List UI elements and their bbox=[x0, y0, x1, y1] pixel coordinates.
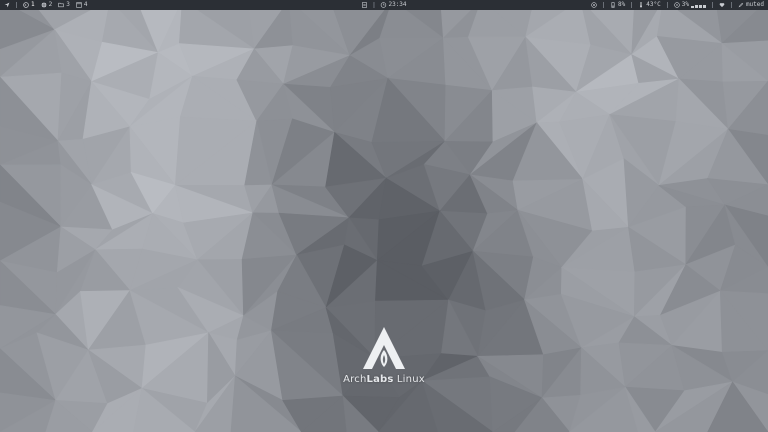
net-bar bbox=[690, 6, 694, 8]
speaker-icon bbox=[674, 2, 680, 8]
separator bbox=[631, 2, 633, 8]
panel-center: 23:34 bbox=[361, 0, 407, 10]
net-bar bbox=[694, 5, 698, 8]
pen-icon bbox=[738, 2, 744, 8]
clock[interactable]: 23:34 bbox=[380, 0, 407, 10]
separator bbox=[711, 2, 713, 8]
battery-module[interactable]: 8% bbox=[610, 0, 625, 10]
clock-icon bbox=[380, 2, 387, 8]
workspace-label: 1 bbox=[31, 1, 35, 8]
logo-brand-bold: Labs bbox=[366, 374, 394, 385]
logo-brand-suffix: Linux bbox=[393, 374, 425, 385]
file-icon[interactable] bbox=[361, 2, 367, 8]
net-bar bbox=[702, 5, 706, 8]
terminal-icon bbox=[23, 2, 29, 8]
separator bbox=[730, 2, 732, 8]
workspace-label: 3 bbox=[66, 1, 70, 8]
heart-icon bbox=[719, 2, 725, 8]
panel-left: 1 2 3 4 bbox=[4, 0, 88, 10]
workspace-label: 4 bbox=[83, 1, 88, 8]
folder-icon bbox=[58, 2, 64, 8]
top-panel: 1 2 3 4 23:34 8% 43°C 3% muted bbox=[0, 0, 768, 10]
wifi-icon bbox=[591, 2, 597, 8]
archlabs-logo bbox=[363, 327, 405, 369]
window-icon bbox=[76, 2, 82, 8]
temperature-module[interactable]: 43°C bbox=[638, 0, 661, 10]
workspace-2[interactable]: 2 bbox=[41, 0, 53, 10]
status-text: muted bbox=[745, 1, 764, 8]
separator bbox=[666, 2, 668, 8]
net-bar bbox=[698, 5, 702, 8]
arrow-icon bbox=[4, 2, 10, 8]
volume-value: 3% bbox=[681, 1, 689, 8]
workspace-label: 2 bbox=[48, 1, 53, 8]
clock-time: 23:34 bbox=[388, 1, 407, 8]
globe-icon bbox=[41, 2, 47, 8]
temperature-value: 43°C bbox=[646, 1, 661, 8]
thermometer-icon bbox=[638, 2, 644, 8]
network-module[interactable] bbox=[719, 0, 725, 10]
network-graph bbox=[690, 2, 706, 8]
battery-icon bbox=[610, 2, 616, 8]
workspace-1[interactable]: 1 bbox=[23, 0, 35, 10]
separator bbox=[373, 2, 375, 8]
workspace-4[interactable]: 4 bbox=[76, 0, 88, 10]
separator bbox=[16, 2, 17, 8]
separator bbox=[603, 2, 605, 8]
wifi-module[interactable] bbox=[591, 0, 597, 10]
logo-text: ArchLabs Linux bbox=[343, 374, 425, 385]
mute-status[interactable]: muted bbox=[738, 0, 764, 10]
volume-module[interactable]: 3% bbox=[674, 0, 706, 10]
workspace-3[interactable]: 3 bbox=[58, 0, 70, 10]
desktop-logo: ArchLabs Linux bbox=[339, 326, 429, 396]
logo-brand-light: Arch bbox=[343, 374, 367, 385]
launcher-button[interactable] bbox=[4, 0, 10, 10]
panel-right: 8% 43°C 3% muted bbox=[591, 0, 764, 10]
wifi-value: 8% bbox=[618, 1, 626, 8]
